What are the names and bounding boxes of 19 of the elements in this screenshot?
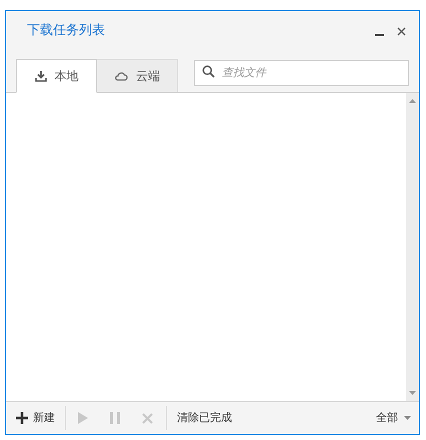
download-icon	[34, 70, 46, 82]
filter-dropdown[interactable]: 全部	[376, 410, 411, 426]
scrollbar[interactable]	[406, 93, 419, 401]
search-icon	[202, 65, 215, 78]
search-field[interactable]: 查找文件	[194, 60, 409, 86]
tab[interactable]: 本地	[16, 59, 97, 93]
cloud-icon	[114, 72, 128, 80]
caret-icon	[404, 416, 411, 420]
clear-completed-button[interactable]: 清除已完成	[177, 410, 232, 426]
scroll-up-icon	[409, 99, 416, 103]
close-icon	[142, 412, 153, 424]
window-title: 下载任务列表	[27, 22, 105, 40]
pause-icon	[110, 412, 120, 424]
plus-icon	[16, 412, 28, 424]
play-icon	[78, 412, 88, 424]
scroll-down-icon	[409, 391, 416, 395]
new-button[interactable]: 新建	[16, 410, 65, 426]
tab[interactable]: 云端	[97, 59, 178, 92]
close-icon	[396, 26, 406, 36]
